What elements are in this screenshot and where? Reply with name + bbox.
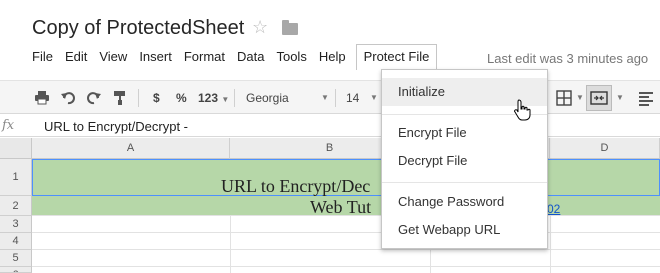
hand-cursor-icon	[514, 99, 531, 121]
menu-item-get-webapp-url[interactable]: Get Webapp URL	[382, 216, 547, 244]
currency-format-button[interactable]: $	[153, 81, 160, 115]
column-header-a[interactable]: A	[32, 138, 230, 159]
row-5-cells[interactable]	[32, 250, 660, 267]
row-header-4[interactable]: 4	[0, 233, 32, 250]
toolbar-divider	[138, 89, 139, 107]
menu-format[interactable]: Format	[178, 44, 231, 70]
column-gridline	[550, 216, 551, 273]
fx-icon: fx	[2, 118, 15, 133]
row-header-2[interactable]: 2	[0, 196, 32, 216]
chevron-down-icon[interactable]: ▼	[576, 81, 584, 115]
document-title[interactable]: Copy of ProtectedSheet	[32, 17, 244, 40]
row-3-cells[interactable]	[32, 216, 660, 233]
column-header-d[interactable]: D	[550, 138, 660, 159]
menu-insert[interactable]: Insert	[133, 44, 178, 70]
column-gridline	[230, 216, 231, 273]
menu-item-change-password[interactable]: Change Password	[382, 188, 547, 216]
undo-icon[interactable]	[60, 90, 76, 106]
borders-icon[interactable]	[556, 90, 572, 106]
menu-help[interactable]: Help	[313, 44, 352, 70]
merge-cells-button[interactable]	[586, 85, 612, 111]
chevron-down-icon[interactable]: ▼	[321, 81, 329, 115]
menu-divider	[382, 182, 547, 183]
print-icon[interactable]	[34, 90, 50, 106]
row-header-1[interactable]: 1	[0, 159, 32, 196]
select-all-corner[interactable]	[0, 138, 32, 159]
merge-cells-icon	[590, 91, 608, 105]
redo-icon[interactable]	[86, 90, 102, 106]
formula-input[interactable]: URL to Encrypt/Decrypt -	[44, 119, 188, 134]
more-formats-label: 123	[198, 91, 219, 105]
star-icon[interactable]: ☆	[252, 17, 268, 38]
toolbar-divider	[335, 89, 336, 107]
percent-format-button[interactable]: %	[176, 81, 187, 115]
toolbar: $ % 123 ▼ Georgia ▼ 14 ▼ ▼ ▼	[0, 80, 660, 114]
cell-a2-text: Web Tut	[310, 197, 372, 217]
chevron-down-icon: ▼	[221, 95, 230, 104]
menu-protect-file[interactable]: Protect File	[355, 44, 438, 70]
formula-bar: fx URL to Encrypt/Decrypt -	[0, 115, 660, 137]
protect-file-menu: Initialize Encrypt File Decrypt File Cha…	[381, 69, 548, 249]
last-edit-status[interactable]: Last edit was 3 minutes ago	[487, 51, 648, 66]
menu-tools[interactable]: Tools	[270, 44, 312, 70]
cell-a2-link[interactable]: 02	[547, 202, 560, 216]
more-formats-button[interactable]: 123 ▼	[198, 81, 229, 115]
toolbar-divider	[234, 89, 235, 107]
row-header-5[interactable]: 5	[0, 250, 32, 267]
menu-data[interactable]: Data	[231, 44, 270, 70]
row-header-3[interactable]: 3	[0, 216, 32, 233]
align-left-icon[interactable]	[638, 90, 654, 106]
menu-item-decrypt-file[interactable]: Decrypt File	[382, 147, 547, 175]
row-4-cells[interactable]	[32, 233, 660, 250]
paint-format-icon[interactable]	[112, 90, 128, 106]
row-header-6[interactable]: 6	[0, 267, 32, 273]
menu-view[interactable]: View	[93, 44, 133, 70]
cell-a1-text: URL to Encrypt/Dec	[221, 176, 371, 196]
chevron-down-icon[interactable]: ▼	[616, 81, 624, 115]
chevron-down-icon[interactable]: ▼	[370, 81, 378, 115]
folder-icon[interactable]	[282, 20, 298, 35]
menubar: File Edit View Insert Format Data Tools …	[26, 44, 438, 70]
font-family-select[interactable]: Georgia	[246, 81, 289, 115]
menu-item-encrypt-file[interactable]: Encrypt File	[382, 119, 547, 147]
font-size-select[interactable]: 14	[346, 81, 359, 115]
menu-edit[interactable]: Edit	[59, 44, 93, 70]
menu-file[interactable]: File	[26, 44, 59, 70]
